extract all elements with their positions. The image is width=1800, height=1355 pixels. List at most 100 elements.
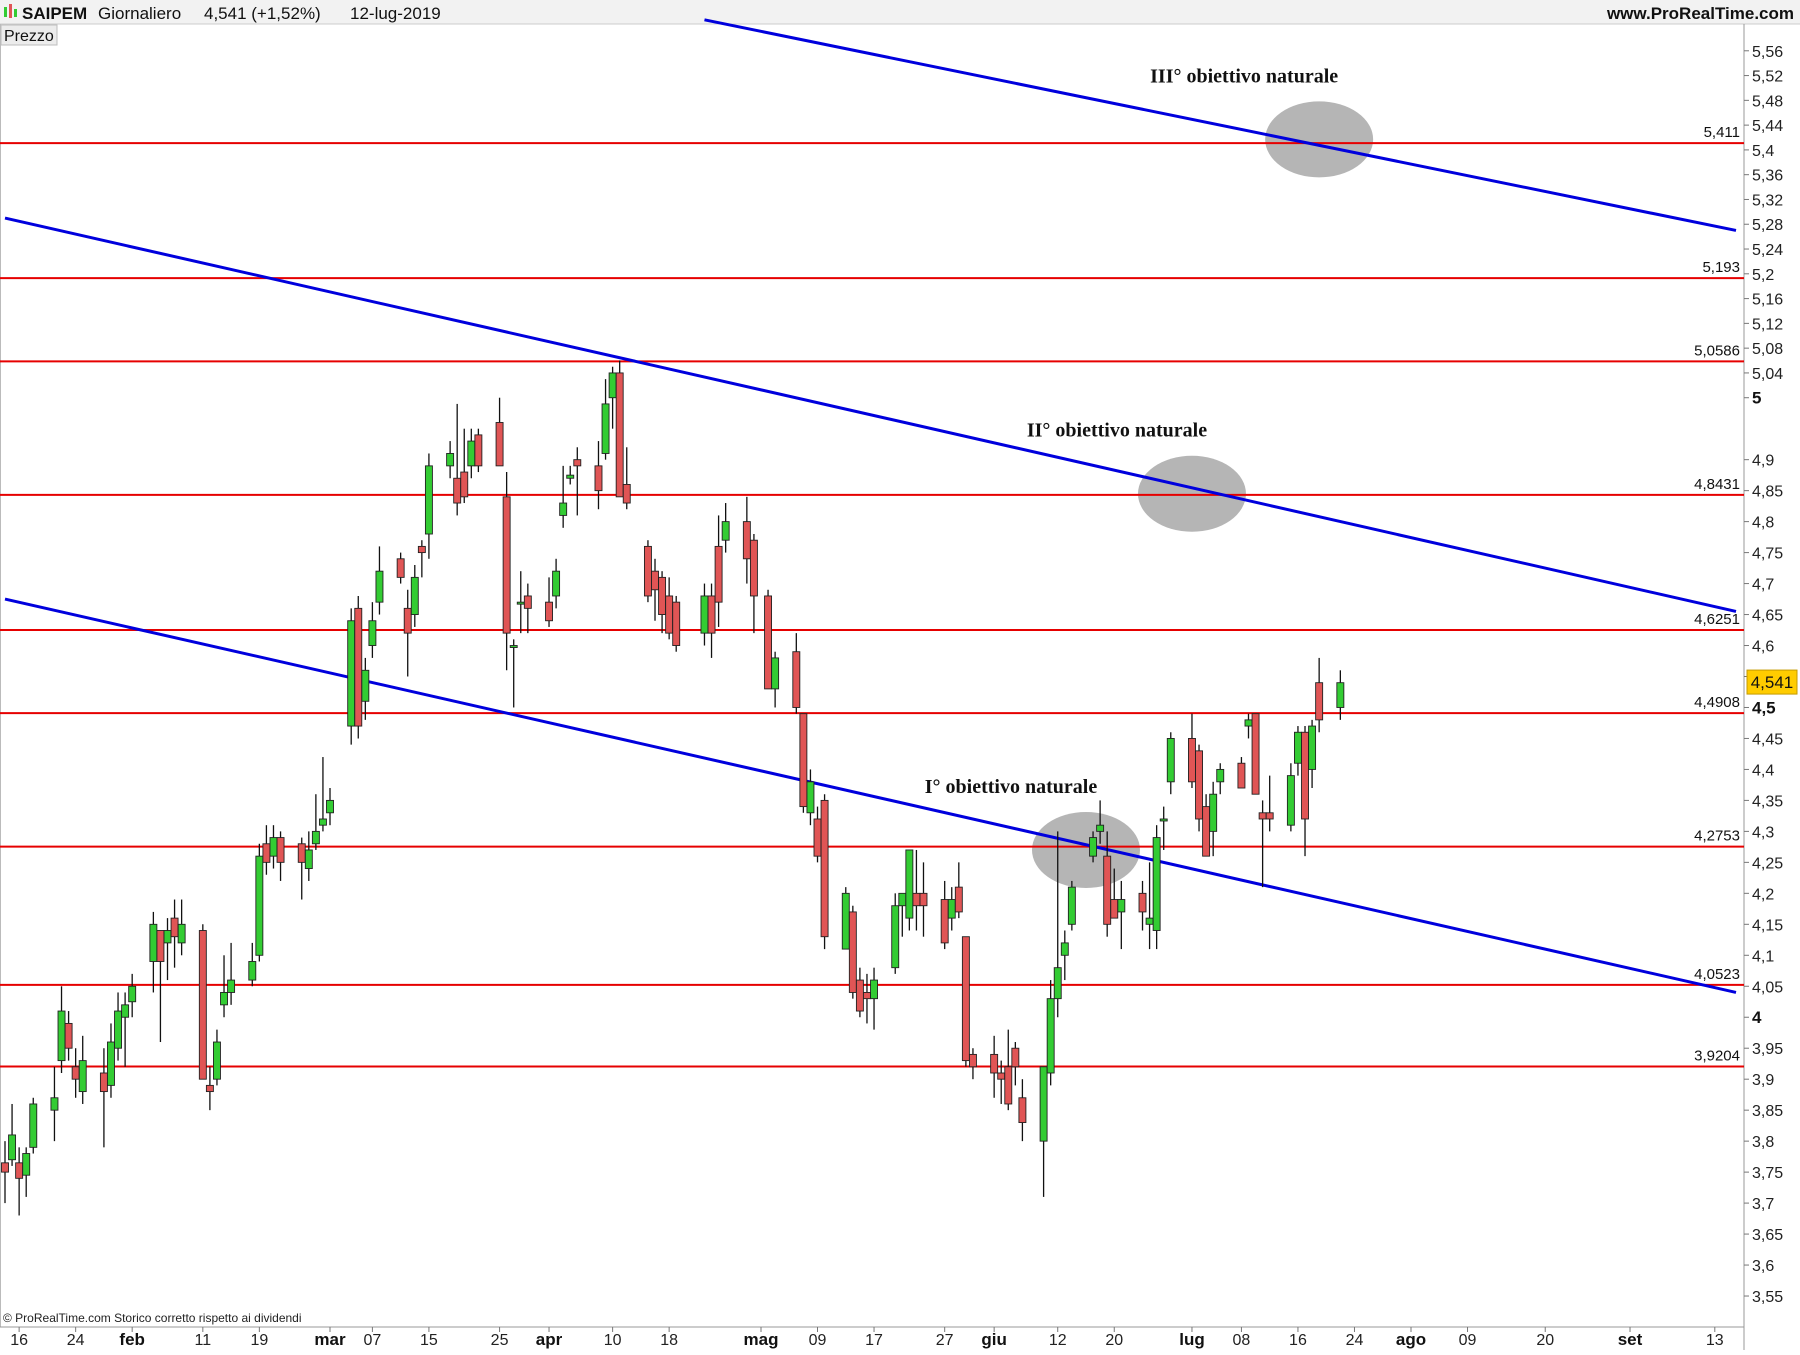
last-price-marker: 4,541	[1746, 669, 1798, 695]
y-tick-label: 4,65	[1752, 608, 1783, 625]
candle-body	[912, 892, 921, 907]
target-annotations: I° obiettivo naturale II° obiettivo natur…	[925, 65, 1338, 798]
candle-body	[1188, 738, 1196, 783]
candle-2019-05-27	[940, 880, 949, 950]
candle-2019-04-19	[672, 595, 681, 652]
candle-2019-01-22	[57, 986, 66, 1073]
price-chart[interactable]: SAIPEM Giornaliero 4,541 (+1,52%) 12-lug…	[0, 0, 1800, 1350]
candle-body	[347, 620, 356, 727]
candle-body	[396, 558, 405, 578]
y-tick-label: 4,8	[1752, 515, 1774, 532]
candle-body	[764, 595, 773, 690]
x-tick-label: 08	[1233, 1332, 1251, 1349]
candle-2019-01-15	[8, 1103, 17, 1166]
candle-body	[163, 930, 172, 944]
period-label: Giornaliero	[98, 4, 181, 23]
candle-body	[545, 601, 553, 622]
candle-body	[304, 849, 313, 870]
candle-2019-05-24	[919, 862, 928, 937]
candle-2019-04-04	[566, 465, 575, 485]
candle-2019-01-25	[78, 1035, 87, 1104]
candle-body	[99, 1072, 108, 1093]
candle-2019-04-18	[665, 577, 674, 640]
candle-2019-04-17	[658, 571, 667, 634]
candle-2019-02-13	[213, 1029, 221, 1086]
candle-2019-02-07	[170, 899, 179, 968]
candle-body	[509, 645, 518, 648]
candle-body	[1166, 738, 1175, 783]
target-circle-3	[1265, 101, 1374, 178]
candle-2019-06-27	[1159, 806, 1168, 850]
candle-body	[997, 1072, 1006, 1080]
candle-2019-01-16	[15, 1147, 24, 1216]
candle-2019-05-07	[799, 713, 808, 813]
x-tick-label: mag	[744, 1330, 779, 1349]
site-url[interactable]: www.ProRealTime.com	[1606, 4, 1794, 23]
candle-2019-05-23	[912, 849, 921, 931]
candle-2019-05-28	[947, 887, 956, 931]
level-label-4: 4,8431	[1694, 476, 1740, 493]
candle-2019-04-24	[707, 583, 716, 658]
candle-body	[523, 595, 532, 609]
trendline-1	[4, 597, 1737, 994]
candle-body	[1315, 682, 1324, 721]
candle-body	[1, 1162, 9, 1173]
candle-2019-02-05	[156, 930, 165, 1043]
candle-2019-04-03	[559, 465, 568, 528]
y-tick-label: 4,4	[1752, 762, 1774, 779]
x-tick-label: lug	[1179, 1330, 1205, 1349]
candle-2019-06-03	[990, 1035, 999, 1098]
chart-svg[interactable]: SAIPEM Giornaliero 4,541 (+1,52%) 12-lug…	[0, 0, 1800, 1350]
candle-body	[318, 818, 327, 826]
candle-body	[919, 892, 928, 907]
candle-2019-07-08	[1237, 757, 1246, 789]
x-tick-label: 25	[491, 1332, 509, 1349]
candle-body	[658, 576, 667, 615]
y-tick-label: 5,24	[1752, 242, 1783, 259]
candle-2019-03-08	[375, 546, 384, 615]
candle-body	[269, 837, 278, 857]
panel-label: Prezzo	[4, 28, 54, 45]
candle-2019-03-29	[523, 583, 532, 634]
candle-2019-05-08	[806, 769, 815, 826]
candle-body	[1251, 713, 1260, 795]
candle-body	[622, 483, 631, 504]
candle-body	[177, 923, 186, 944]
y-tick-label: 4,9	[1752, 453, 1774, 470]
candle-body	[424, 465, 433, 535]
candle-2019-05-17	[870, 967, 878, 1030]
candle-body	[820, 799, 829, 938]
candle-body	[403, 607, 412, 634]
y-tick-label: 3,55	[1752, 1289, 1783, 1306]
candle-2019-03-25	[495, 397, 504, 467]
candle-2019-02-22	[276, 831, 285, 881]
candle-2019-06-10	[1039, 1066, 1048, 1197]
quote-date: 12-lug-2019	[350, 4, 441, 23]
y-tick-label: 3,95	[1752, 1041, 1783, 1058]
candle-2019-02-19	[255, 843, 264, 962]
candle-body	[1110, 899, 1119, 919]
last-price-label: 4,541	[1751, 673, 1794, 692]
level-label-1: 5,411	[1704, 124, 1740, 141]
candle-body	[64, 1022, 73, 1049]
candle-2019-02-27	[311, 794, 320, 850]
candle-2019-06-11	[1046, 980, 1055, 1086]
candle-2019-07-18	[1308, 719, 1317, 789]
candle-body	[474, 434, 483, 467]
candle-2019-05-10	[820, 794, 829, 950]
y-tick-label: 4,3	[1752, 824, 1774, 841]
candle-body	[460, 471, 469, 498]
x-tick-label: 20	[1536, 1332, 1554, 1349]
candle-2019-05-30	[961, 936, 970, 1067]
candle-2019-02-04	[149, 911, 158, 993]
y-tick-label: 5,32	[1752, 192, 1783, 209]
candle-body	[940, 899, 949, 944]
candle-body	[1067, 886, 1076, 925]
candle-2019-06-21	[1117, 880, 1126, 950]
candle-body	[665, 595, 674, 634]
candle-body	[742, 521, 751, 560]
y-tick-label: 4,2	[1752, 886, 1774, 903]
candle-body	[990, 1053, 999, 1074]
candle-2019-01-17	[22, 1147, 31, 1197]
y-tick-label: 4,35	[1752, 793, 1783, 810]
